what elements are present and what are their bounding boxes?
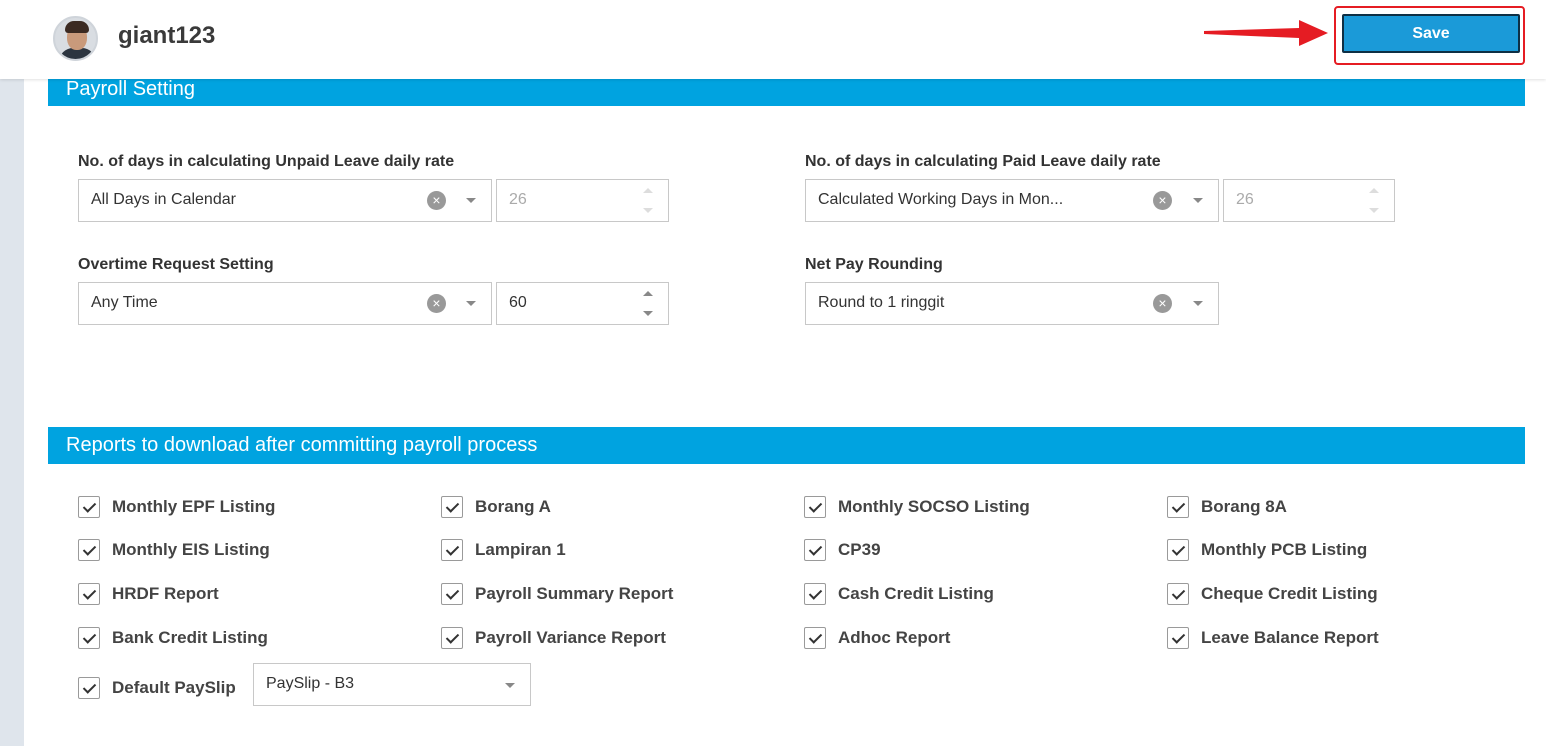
paid-leave-select[interactable]: Calculated Working Days in Mon... ×	[805, 179, 1219, 222]
checkmark-icon[interactable]	[441, 583, 463, 605]
stepper-down-icon[interactable]	[643, 311, 653, 316]
report-label: Monthly SOCSO Listing	[838, 497, 1030, 516]
paid-leave-days-value: 26	[1236, 191, 1254, 208]
stepper-up-icon	[643, 188, 653, 193]
checkmark-icon[interactable]	[804, 627, 826, 649]
checkmark-icon[interactable]	[78, 627, 100, 649]
overtime-value-input[interactable]: 60	[496, 282, 669, 325]
net-pay-label: Net Pay Rounding	[805, 256, 943, 273]
checkmark-icon[interactable]	[1167, 539, 1189, 561]
paid-leave-label: No. of days in calculating Paid Leave da…	[805, 153, 1161, 170]
avatar-hair	[65, 21, 89, 33]
paid-leave-days-input: 26	[1223, 179, 1395, 222]
checkmark-icon[interactable]	[78, 539, 100, 561]
report-label: Adhoc Report	[838, 628, 951, 647]
clear-circle-icon[interactable]: ×	[1153, 191, 1172, 210]
unpaid-leave-days-value: 26	[509, 191, 527, 208]
overtime-value: 60	[509, 294, 527, 311]
unpaid-leave-selected: All Days in Calendar	[91, 191, 236, 208]
chevron-down-icon[interactable]	[1193, 301, 1203, 306]
report-label: Borang 8A	[1201, 497, 1287, 516]
chevron-down-icon[interactable]	[466, 198, 476, 203]
unpaid-leave-select[interactable]: All Days in Calendar ×	[78, 179, 492, 222]
checkmark-icon[interactable]	[804, 539, 826, 561]
section-header-reports: Reports to download after committing pay…	[48, 427, 1525, 464]
report-label: Leave Balance Report	[1201, 628, 1379, 647]
stepper-up-icon[interactable]	[643, 291, 653, 296]
report-label: Payroll Variance Report	[475, 628, 666, 647]
report-label: Monthly EPF Listing	[112, 497, 276, 516]
clear-circle-icon[interactable]: ×	[1153, 294, 1172, 313]
report-label: Cash Credit Listing	[838, 584, 994, 603]
checkmark-icon[interactable]	[441, 539, 463, 561]
checkmark-icon[interactable]	[441, 496, 463, 518]
report-label: Cheque Credit Listing	[1201, 584, 1378, 603]
checkmark-icon[interactable]	[78, 677, 100, 699]
net-pay-selected: Round to 1 ringgit	[818, 294, 945, 311]
payslip-selected: PaySlip - B3	[266, 675, 355, 692]
unpaid-leave-days-input: 26	[496, 179, 669, 222]
checkmark-icon[interactable]	[78, 583, 100, 605]
checkmark-icon[interactable]	[1167, 583, 1189, 605]
paid-leave-selected: Calculated Working Days in Mon...	[818, 191, 1064, 208]
report-label: Bank Credit Listing	[112, 628, 268, 647]
overtime-label: Overtime Request Setting	[78, 256, 274, 273]
clear-circle-icon[interactable]: ×	[427, 294, 446, 313]
checkmark-icon[interactable]	[804, 496, 826, 518]
stepper-down-icon	[643, 208, 653, 213]
save-button[interactable]: Save	[1342, 14, 1520, 53]
report-label: CP39	[838, 540, 881, 559]
report-label: Borang A	[475, 497, 551, 516]
report-label: Monthly PCB Listing	[1201, 540, 1368, 559]
payslip-template-select[interactable]: PaySlip - B3	[253, 663, 531, 706]
checkmark-icon[interactable]	[804, 583, 826, 605]
report-label: Monthly EIS Listing	[112, 540, 270, 559]
stepper-down-icon	[1369, 208, 1379, 213]
checkmark-icon[interactable]	[1167, 627, 1189, 649]
default-payslip-label: Default PaySlip	[112, 678, 236, 697]
checkmark-icon[interactable]	[1167, 496, 1189, 518]
report-label: Lampiran 1	[475, 540, 566, 559]
checkmark-icon[interactable]	[441, 627, 463, 649]
username: giant123	[118, 22, 216, 49]
overtime-selected: Any Time	[91, 294, 158, 311]
red-arrow-icon	[1204, 20, 1328, 46]
chevron-down-icon[interactable]	[505, 683, 515, 688]
checkmark-icon[interactable]	[78, 496, 100, 518]
overtime-select[interactable]: Any Time ×	[78, 282, 492, 325]
net-pay-select[interactable]: Round to 1 ringgit ×	[805, 282, 1219, 325]
chevron-down-icon[interactable]	[1193, 198, 1203, 203]
avatar[interactable]	[53, 16, 98, 61]
left-rail	[0, 0, 24, 746]
chevron-down-icon[interactable]	[466, 301, 476, 306]
clear-circle-icon[interactable]: ×	[427, 191, 446, 210]
report-label: HRDF Report	[112, 584, 219, 603]
unpaid-leave-label: No. of days in calculating Unpaid Leave …	[78, 153, 455, 170]
report-label: Payroll Summary Report	[475, 584, 674, 603]
stepper-up-icon	[1369, 188, 1379, 193]
top-bar: giant123 Save	[0, 0, 1546, 79]
